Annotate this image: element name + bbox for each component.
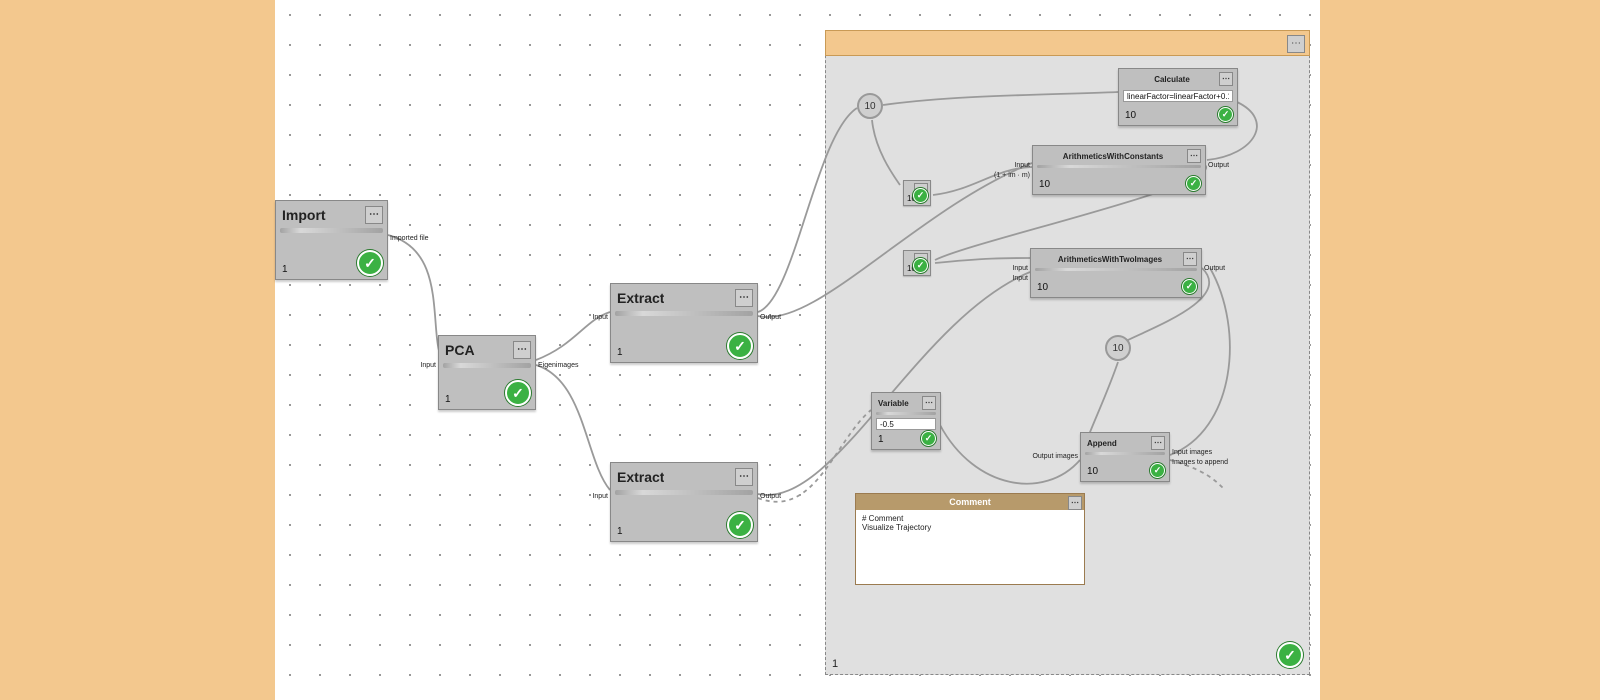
node-title: ArithmeticsWithTwoImages xyxy=(1058,255,1162,264)
calculate-expression-input[interactable] xyxy=(1123,90,1233,102)
port-label: Input xyxy=(420,362,436,369)
node-append[interactable]: Append ⋯ Output images Input images Imag… xyxy=(1080,432,1170,482)
check-icon: ✓ xyxy=(727,333,753,359)
node-token-2[interactable]: ⋯ 10 ✓ xyxy=(903,250,931,276)
port-label: Output xyxy=(1204,265,1225,272)
port-label: Input xyxy=(1014,162,1030,169)
node-count: 10 xyxy=(1087,466,1098,477)
check-icon: ✓ xyxy=(913,188,928,203)
node-import[interactable]: Import ⋯ Imported file 1 ✓ xyxy=(275,200,388,280)
port-label: Input images xyxy=(1172,449,1212,456)
check-icon: ✓ xyxy=(505,380,531,406)
sheen xyxy=(876,412,936,415)
node-count: 10 xyxy=(1037,282,1048,293)
port-label: Images to append xyxy=(1172,459,1228,466)
port-label: Output xyxy=(760,314,781,321)
check-icon: ✓ xyxy=(1182,279,1197,294)
check-icon: ✓ xyxy=(727,512,753,538)
check-icon: ✓ xyxy=(1277,642,1303,668)
port-label: Output xyxy=(1208,162,1229,169)
check-icon: ✓ xyxy=(1218,107,1233,122)
node-title: Extract xyxy=(617,290,664,306)
workflow-canvas[interactable]: ⋯ 1 ✓ xyxy=(275,0,1320,700)
iteration-badge[interactable]: 10 xyxy=(857,93,883,119)
node-count: 10 xyxy=(1039,179,1050,190)
node-variable[interactable]: Variable ⋯ 1 ✓ xyxy=(871,392,941,450)
port-label: Input xyxy=(592,493,608,500)
check-icon: ✓ xyxy=(921,431,936,446)
node-options-button[interactable]: ⋯ xyxy=(365,206,383,224)
check-icon: ✓ xyxy=(1186,176,1201,191)
node-options-button[interactable]: ⋯ xyxy=(735,468,753,486)
node-pca[interactable]: PCA ⋯ Input Eigenimages 1 ✓ xyxy=(438,335,536,410)
node-calculate[interactable]: Calculate ⋯ 10 ✓ xyxy=(1118,68,1238,126)
node-title: PCA xyxy=(445,342,475,358)
group-count: 1 xyxy=(832,658,838,670)
node-count: 1 xyxy=(282,264,288,275)
node-comment[interactable]: Comment ⋯ # Comment Visualize Trajectory xyxy=(855,493,1085,585)
node-title: Import xyxy=(282,207,326,223)
node-extract-1[interactable]: Extract ⋯ Input Output 1 ✓ xyxy=(610,283,758,363)
sheen xyxy=(615,490,753,495)
check-icon: ✓ xyxy=(1150,463,1165,478)
sheen xyxy=(1035,268,1197,271)
comment-line: # Comment xyxy=(862,514,1078,523)
port-label: Output xyxy=(760,493,781,500)
sheen xyxy=(443,363,531,368)
comment-body[interactable]: # Comment Visualize Trajectory xyxy=(856,510,1084,536)
stage: ⋯ 1 ✓ xyxy=(0,0,1600,700)
port-label: (1 + im · m) xyxy=(994,172,1030,179)
node-options-button[interactable]: ⋯ xyxy=(1187,149,1201,163)
iteration-badge[interactable]: 10 xyxy=(1105,335,1131,361)
port-label: Output images xyxy=(1032,453,1078,460)
port-label: Eigenimages xyxy=(538,362,578,369)
port-label: Input xyxy=(1012,275,1028,282)
node-count: 1 xyxy=(878,434,884,445)
group-options-button[interactable]: ⋯ xyxy=(1287,35,1305,53)
node-options-button[interactable]: ⋯ xyxy=(922,396,936,410)
node-title: Extract xyxy=(617,469,664,485)
check-icon: ✓ xyxy=(357,250,383,276)
node-count: 1 xyxy=(445,394,451,405)
node-title: Append xyxy=(1087,439,1117,448)
group-header[interactable]: ⋯ xyxy=(825,30,1310,56)
node-options-button[interactable]: ⋯ xyxy=(1068,496,1082,510)
node-options-button[interactable]: ⋯ xyxy=(1183,252,1197,266)
check-icon: ✓ xyxy=(913,258,928,273)
node-title: Variable xyxy=(878,399,909,408)
node-count: 10 xyxy=(1125,110,1136,121)
node-title: Calculate xyxy=(1154,75,1190,84)
node-arith-constants[interactable]: ArithmeticsWithConstants ⋯ Input (1 + im… xyxy=(1032,145,1206,195)
node-count: 1 xyxy=(617,526,623,537)
port-label: Input xyxy=(592,314,608,321)
sheen xyxy=(1037,165,1201,168)
sheen xyxy=(615,311,753,316)
node-token-1[interactable]: ⋯ 10 ✓ xyxy=(903,180,931,206)
node-extract-2[interactable]: Extract ⋯ Input Output 1 ✓ xyxy=(610,462,758,542)
node-count: 1 xyxy=(617,347,623,358)
node-arith-two-images[interactable]: ArithmeticsWithTwoImages ⋯ Input Input O… xyxy=(1030,248,1202,298)
sheen xyxy=(280,228,383,233)
sheen xyxy=(1085,452,1165,455)
node-options-button[interactable]: ⋯ xyxy=(735,289,753,307)
node-options-button[interactable]: ⋯ xyxy=(1219,72,1233,86)
comment-line: Visualize Trajectory xyxy=(862,523,1078,532)
node-title: ArithmeticsWithConstants xyxy=(1063,152,1163,161)
comment-title: Comment xyxy=(949,497,991,507)
port-label: Input xyxy=(1012,265,1028,272)
node-options-button[interactable]: ⋯ xyxy=(1151,436,1165,450)
node-options-button[interactable]: ⋯ xyxy=(513,341,531,359)
port-label: Imported file xyxy=(390,235,429,242)
variable-value-input[interactable] xyxy=(876,418,936,430)
